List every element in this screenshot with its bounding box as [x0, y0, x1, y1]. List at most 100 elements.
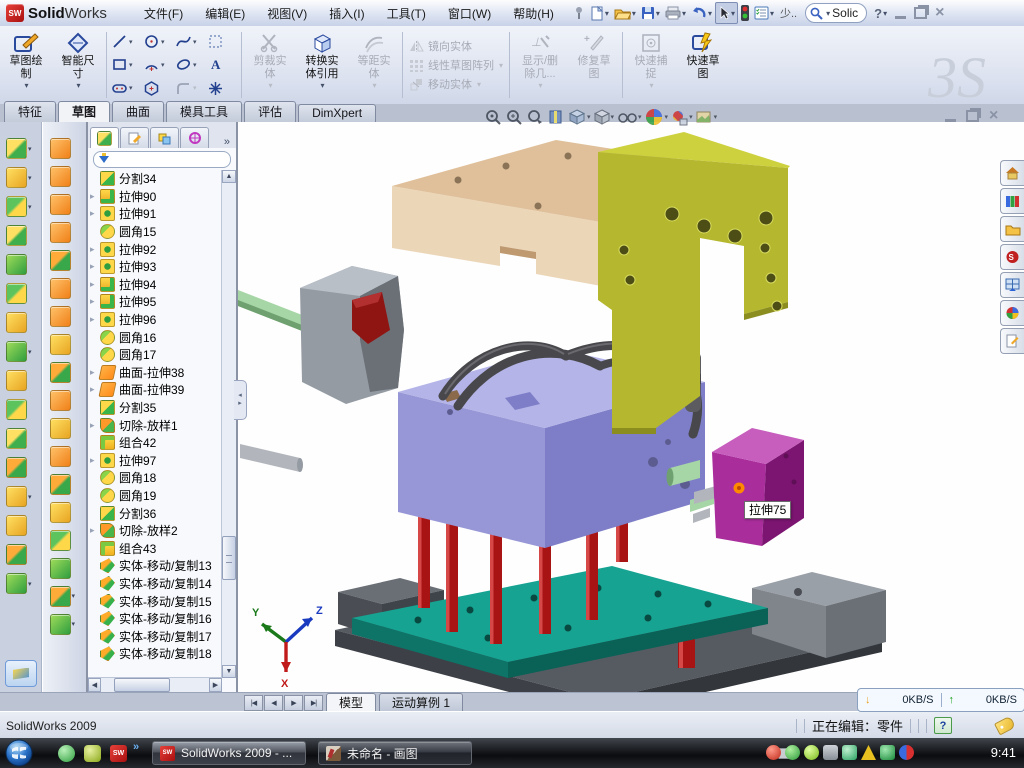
tree-horizontal-scrollbar[interactable]: ◀ ▶	[88, 677, 222, 692]
tree-item[interactable]: ▸ 拉伸91	[88, 205, 222, 223]
tree-item[interactable]: ▸ 分割36	[88, 504, 222, 522]
scroll-up-button[interactable]: ▲	[222, 170, 236, 183]
toolbar-button[interactable]: ▾	[50, 442, 79, 470]
doc-restore-button[interactable]	[966, 110, 979, 122]
expand-arrow-icon[interactable]: ▸	[90, 455, 100, 466]
new-document-button[interactable]: ▾	[588, 3, 611, 23]
options-button[interactable]: ▾	[752, 3, 776, 23]
tree-item[interactable]: ▸ 拉伸90	[88, 188, 222, 206]
tree-item[interactable]: ▸ 拉伸97	[88, 452, 222, 470]
marquee-select-button[interactable]	[207, 30, 237, 53]
tab-dimxpert-manager[interactable]	[180, 127, 209, 148]
polygon-tool-button[interactable]	[143, 77, 173, 100]
quick-launch-messenger-icon[interactable]	[58, 745, 75, 762]
zoom-area-button[interactable]	[505, 108, 523, 126]
menu-item[interactable]: 文件(F)	[133, 1, 194, 26]
tab-file-explorer[interactable]	[1000, 216, 1024, 242]
mirror-entities-button[interactable]: 镜向实体	[409, 38, 503, 54]
scroll-down-button[interactable]: ▼	[222, 665, 236, 678]
command-tab[interactable]: 曲面	[112, 101, 164, 122]
scroll-right-button[interactable]: ▶	[209, 678, 222, 692]
toolbar-button[interactable]: ▾	[50, 498, 79, 526]
sync-tray-icon[interactable]	[899, 745, 914, 760]
menu-item[interactable]: 窗口(W)	[437, 1, 502, 26]
tree-item[interactable]: ▸ 圆角17	[88, 346, 222, 364]
quick-tips-button[interactable]: ?	[934, 717, 952, 734]
defender-tray-icon[interactable]	[880, 745, 895, 760]
toolbar-button[interactable]: ▾	[50, 386, 79, 414]
line-tool-button[interactable]: ▾	[111, 30, 141, 53]
alert-tray-icon[interactable]	[861, 745, 876, 760]
zoom-fit-button[interactable]	[484, 108, 502, 126]
menu-item[interactable]: 编辑(E)	[194, 1, 256, 26]
undo-button[interactable]: ▾	[689, 3, 714, 23]
tree-item[interactable]: ▸ 曲面-拉伸39	[88, 381, 222, 399]
tree-item[interactable]: ▸ 拉伸96	[88, 311, 222, 329]
tab-solidworks-resources[interactable]	[1000, 160, 1024, 186]
quick-launch-security-icon[interactable]	[84, 745, 101, 762]
antivirus-tray-icon[interactable]	[766, 745, 781, 760]
toolbar-button[interactable]: ▾	[6, 337, 35, 366]
toolbar-button[interactable]: ▾	[6, 366, 35, 395]
open-document-button[interactable]: ▾	[612, 3, 638, 23]
toolbar-button[interactable]: ▾	[50, 246, 79, 274]
model-3d-view[interactable]	[238, 122, 1024, 692]
scroll-left-button[interactable]: ◀	[88, 678, 101, 692]
display-delete-relations-button[interactable]: ⊥ 显示/删除几...▾	[512, 26, 568, 104]
help-button[interactable]: ?▾	[872, 3, 889, 23]
expand-arrow-icon[interactable]: ▸	[90, 261, 100, 272]
convert-entities-button[interactable]: 转换实体引用▾	[296, 26, 348, 104]
tree-item[interactable]: ▸ 切除-放样2	[88, 522, 222, 540]
sketch-fillet-tool-button[interactable]: ▾	[175, 77, 205, 100]
pin-toolbar-icon[interactable]	[571, 3, 587, 23]
command-tab[interactable]: 特征	[4, 101, 56, 122]
quick-launch-solidworks-icon[interactable]: SW	[110, 745, 127, 762]
linear-pattern-button[interactable]: 线性草图阵列▾	[409, 57, 503, 73]
quick-snaps-button[interactable]: 快速捕捉▾	[625, 26, 677, 104]
display-style-button[interactable]: ▾	[594, 109, 615, 125]
select-tool-button[interactable]: ▾	[715, 2, 738, 24]
toolbar-button[interactable]: ▾	[6, 482, 35, 511]
toolbar-button[interactable]: ▾	[6, 540, 35, 569]
document-tab[interactable]: 模型	[326, 693, 376, 712]
tree-item[interactable]: ▸ 圆角15	[88, 223, 222, 241]
toolbar-button[interactable]: ▾	[6, 279, 35, 308]
tree-filter-input[interactable]	[93, 151, 231, 168]
tab-property-manager[interactable]	[120, 127, 149, 148]
expand-arrow-icon[interactable]: ▸	[90, 279, 100, 290]
tree-item[interactable]: ▸ 组合43	[88, 539, 222, 557]
doc-minimize-button[interactable]	[945, 119, 956, 122]
toolbar-button[interactable]: ▾	[50, 330, 79, 358]
toolbar-button[interactable]: ▾	[50, 610, 79, 638]
hide-show-items-button[interactable]: ▾	[617, 110, 642, 124]
quick-launch-chevron[interactable]: »	[133, 741, 139, 753]
tree-item[interactable]: ▸ 分割34	[88, 170, 222, 188]
volume-tray-icon[interactable]	[823, 745, 838, 760]
tab-view-palette[interactable]	[1000, 272, 1024, 298]
toolbar-button[interactable]: ▾	[6, 163, 35, 192]
repair-sketch-button[interactable]: + 修复草图	[568, 26, 620, 104]
tree-item[interactable]: ▸ 实体-移动/复制16	[88, 610, 222, 628]
toolbar-button[interactable]: ▾	[50, 358, 79, 386]
tab-feature-manager[interactable]	[90, 127, 119, 148]
tree-item[interactable]: ▸ 分割35	[88, 399, 222, 417]
rapid-sketch-button[interactable]: 快速草图	[677, 26, 729, 104]
circle-tool-button[interactable]: ▾	[143, 30, 173, 53]
tree-item[interactable]: ▸ 圆角18	[88, 469, 222, 487]
toolbar-button[interactable]: ▾	[6, 424, 35, 453]
section-view-button[interactable]	[547, 108, 565, 126]
toolbar-button[interactable]: ▾	[50, 526, 79, 554]
view-orientation-button[interactable]: ▾	[568, 108, 591, 126]
toolbar-button[interactable]: ▾	[6, 192, 35, 221]
toolbar-button[interactable]: ▾	[50, 190, 79, 218]
tree-item[interactable]: ▸ 拉伸92	[88, 240, 222, 258]
scroll-thumb[interactable]	[222, 536, 236, 580]
badge-tray-icon[interactable]	[804, 745, 819, 760]
expand-arrow-icon[interactable]: ▸	[90, 420, 100, 431]
part-sprue-section[interactable]	[238, 266, 404, 472]
toolbar-button[interactable]: ▾	[50, 414, 79, 442]
sketch-button[interactable]: 草图绘制▾	[0, 26, 52, 104]
toolbar-button[interactable]: ▾	[6, 221, 35, 250]
offset-entities-button[interactable]: 等距实体▾	[348, 26, 400, 104]
scroll-thumb[interactable]	[114, 678, 170, 692]
